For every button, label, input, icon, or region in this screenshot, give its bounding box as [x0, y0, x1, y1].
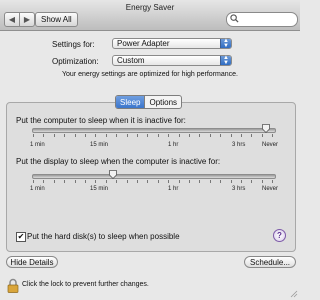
slider-tick [189, 180, 190, 183]
tab-options[interactable]: Options [144, 96, 181, 108]
slider-tick [74, 180, 76, 183]
slider-tick [64, 134, 66, 137]
slider-tick [116, 180, 118, 183]
slider-tick [147, 180, 149, 183]
forward-arrow-icon: ▶ [23, 15, 31, 24]
lock-label: Click the lock to prevent further change… [22, 281, 149, 288]
window-title: Energy Saver [125, 3, 175, 12]
slider-tick [85, 134, 86, 137]
hard-disk-sleep-label: Put the hard disk(s) to sleep when possi… [27, 232, 180, 241]
back-button[interactable]: ◀ [5, 13, 19, 26]
popup-arrows-icon: ▲ ▼ [220, 55, 231, 66]
optimization-value: Custom [117, 56, 145, 65]
back-forward-control[interactable]: ◀ ▶ [4, 12, 35, 27]
show-all-button[interactable]: Show All [35, 12, 78, 27]
display-sleep-tick-label: 1 hr [168, 186, 179, 192]
slider-tick [209, 180, 211, 183]
settings-for-value: Power Adapter [117, 39, 170, 48]
resize-grip-icon[interactable] [290, 290, 298, 298]
slider-tick [199, 180, 201, 183]
slider-tick [199, 134, 201, 137]
display-sleep-tick-label: 1 min [30, 186, 45, 192]
slider-tick [53, 134, 55, 137]
lock-icon[interactable] [7, 278, 19, 293]
display-sleep-slider-thumb[interactable] [109, 170, 117, 179]
slider-tick [95, 180, 97, 183]
slider-tick [209, 134, 211, 137]
slider-tick [64, 180, 66, 183]
slider-tick [230, 180, 232, 183]
slider-tick [178, 134, 180, 137]
slider-tick [261, 180, 263, 183]
display-sleep-slider[interactable] [32, 174, 276, 179]
slider-tick [261, 134, 263, 137]
slider-tick [178, 180, 180, 183]
slider-tick [126, 180, 128, 183]
search-field[interactable] [226, 12, 298, 27]
slider-tick [85, 180, 86, 183]
checkmark-icon: ✔ [17, 232, 25, 241]
slider-tick [168, 180, 170, 183]
slider-tick [43, 134, 45, 137]
settings-for-row: Settings for: [52, 38, 95, 50]
optimization-label: Optimization: [52, 56, 99, 66]
popup-arrows-icon: ▲ ▼ [220, 38, 231, 49]
display-sleep-tick-label: Never [262, 186, 279, 192]
slider-tick [95, 134, 97, 137]
slider-tick [272, 180, 274, 183]
slider-tick [43, 180, 45, 183]
slider-tick [157, 134, 159, 137]
slider-tick [241, 180, 242, 183]
computer-sleep-tick-label: 1 hr [168, 142, 179, 148]
settings-for-label: Settings for: [52, 39, 95, 49]
slider-tick [126, 134, 128, 137]
slider-tick [105, 180, 107, 183]
slider-tick [33, 180, 34, 183]
slider-tick [147, 134, 149, 137]
computer-sleep-label: Put the computer to sleep when it is ina… [16, 116, 186, 125]
optimization-note: Your energy settings are optimized for h… [61, 71, 238, 78]
slider-tick [230, 134, 232, 137]
slider-tick [116, 134, 118, 137]
slider-tick [137, 134, 138, 137]
slider-tick [157, 180, 159, 183]
slider-tick [272, 134, 274, 137]
settings-for-popup[interactable]: Power Adapter ▲ ▼ [112, 38, 232, 49]
forward-button[interactable]: ▶ [19, 13, 34, 26]
optimization-row: Optimization: [52, 55, 99, 67]
help-button[interactable]: ? [273, 229, 286, 242]
slider-tick [220, 134, 222, 137]
slider-tick [189, 134, 190, 137]
slider-tick [33, 134, 34, 137]
display-sleep-label: Put the display to sleep when the comput… [16, 157, 221, 166]
computer-sleep-tick-label: Never [262, 142, 279, 148]
computer-sleep-slider-thumb[interactable] [262, 124, 270, 133]
display-sleep-tick-label: 15 min [90, 186, 109, 192]
hide-details-button[interactable]: Hide Details [6, 256, 58, 268]
computer-sleep-slider[interactable] [32, 128, 276, 133]
computer-sleep-tick-label: 1 min [30, 142, 45, 148]
slider-tick [241, 134, 242, 137]
tab-sleep[interactable]: Sleep [116, 96, 145, 108]
slider-tick [137, 180, 138, 183]
slider-tick [53, 180, 55, 183]
schedule-button[interactable]: Schedule... [244, 256, 296, 268]
slider-tick [74, 134, 76, 137]
slider-tick [168, 134, 170, 137]
computer-sleep-tick-label: 3 hrs [232, 142, 246, 148]
slider-tick [220, 180, 222, 183]
hard-disk-sleep-checkbox[interactable]: ✔ [16, 232, 26, 242]
search-icon [230, 14, 239, 23]
computer-sleep-tick-label: 15 min [90, 142, 109, 148]
slider-tick [251, 180, 253, 183]
optimization-popup[interactable]: Custom ▲ ▼ [112, 55, 232, 66]
display-sleep-tick-label: 3 hrs [232, 186, 246, 192]
tab-bar: Sleep Options [115, 95, 183, 109]
back-arrow-icon: ◀ [8, 15, 16, 24]
slider-tick [251, 134, 253, 137]
title-bar: Energy Saver ◀ ▶ Show All [0, 0, 300, 31]
slider-tick [105, 134, 107, 137]
